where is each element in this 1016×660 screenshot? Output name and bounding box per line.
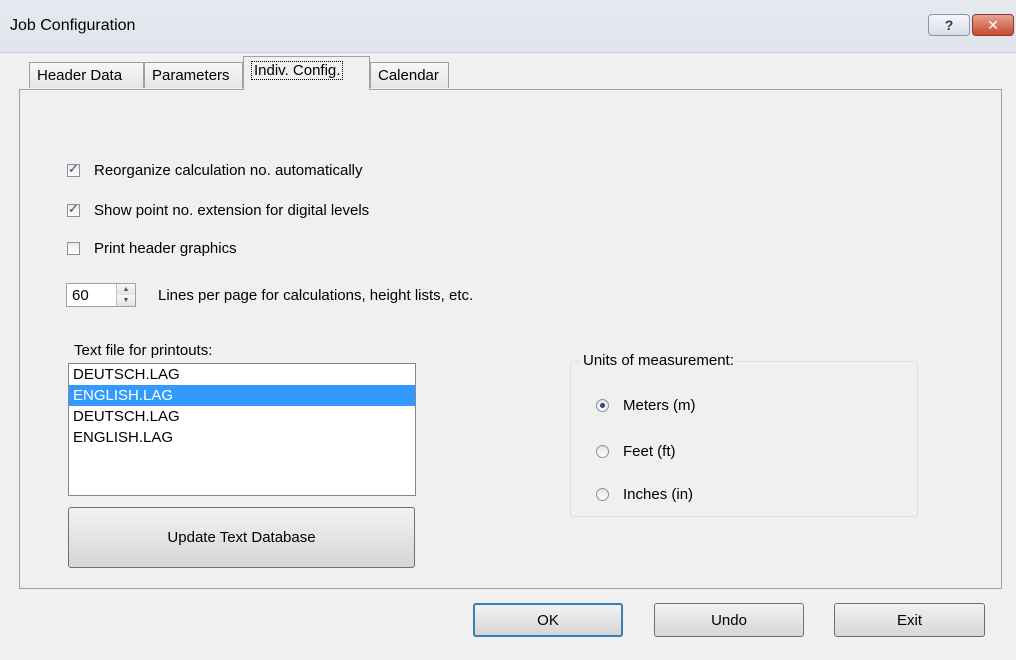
tab-label: Calendar [378,67,439,84]
tab-label: Header Data [37,67,123,84]
feet-label: Feet (ft) [623,443,676,460]
lines-per-page-label: Lines per page for calculations, height … [158,287,474,304]
help-icon: ? [944,17,954,33]
inches-label: Inches (in) [623,486,694,503]
undo-label: Undo [711,611,747,629]
exit-button[interactable]: Exit [834,603,985,637]
feet-radio[interactable] [596,445,609,458]
tab-parameters[interactable]: Parameters [144,62,243,88]
spin-down-icon[interactable]: ▼ [117,295,135,306]
reorganize-checkbox[interactable] [67,161,80,177]
update-button-label: Update Text Database [167,529,316,546]
list-item[interactable]: ENGLISH.LAG [69,427,415,448]
list-item[interactable]: ENGLISH.LAG [69,385,415,406]
help-button[interactable]: ? [928,14,970,36]
meters-radio[interactable] [596,399,609,412]
lines-per-page-spinner[interactable]: 60 ▲ ▼ [66,283,136,307]
close-button[interactable]: ✕ [972,14,1014,36]
tab-header-data[interactable]: Header Data [29,62,144,88]
units-title: Units of measurement: [580,352,737,369]
reorganize-checkbox-row[interactable]: Reorganize calculation no. automatically [67,161,363,179]
reorganize-label: Reorganize calculation no. automatically [94,162,363,179]
ok-label: OK [537,611,559,629]
title-bar: Job Configuration ? ✕ [0,0,1016,53]
units-inches-row[interactable]: Inches (in) [596,486,693,503]
list-item[interactable]: DEUTSCH.LAG [69,406,415,427]
point-ext-label: Show point no. extension for digital lev… [94,202,370,219]
tab-calendar[interactable]: Calendar [370,62,449,88]
point-ext-checkbox[interactable] [67,201,80,217]
print-header-checkbox[interactable] [67,242,80,255]
lines-per-page-value[interactable]: 60 [72,287,89,304]
undo-button[interactable]: Undo [654,603,804,637]
units-meters-row[interactable]: Meters (m) [596,397,696,414]
print-header-label: Print header graphics [94,240,237,257]
update-text-database-button[interactable]: Update Text Database [68,507,415,568]
window-title: Job Configuration [10,17,136,34]
tab-label: Parameters [152,67,230,84]
text-file-label: Text file for printouts: [74,342,213,359]
exit-label: Exit [896,611,922,629]
point-ext-checkbox-row[interactable]: Show point no. extension for digital lev… [67,201,370,219]
close-icon: ✕ [987,16,999,33]
text-file-listbox[interactable]: DEUTSCH.LAG ENGLISH.LAG DEUTSCH.LAG ENGL… [68,363,416,496]
list-item[interactable]: DEUTSCH.LAG [69,364,415,385]
inches-radio[interactable] [596,488,609,501]
tab-label: Indiv. Config. [251,61,344,80]
tab-indiv-config[interactable]: Indiv. Config. [243,56,370,90]
units-feet-row[interactable]: Feet (ft) [596,443,676,460]
meters-label: Meters (m) [623,397,696,414]
ok-button[interactable]: OK [473,603,623,637]
print-header-checkbox-row[interactable]: Print header graphics [67,240,237,257]
